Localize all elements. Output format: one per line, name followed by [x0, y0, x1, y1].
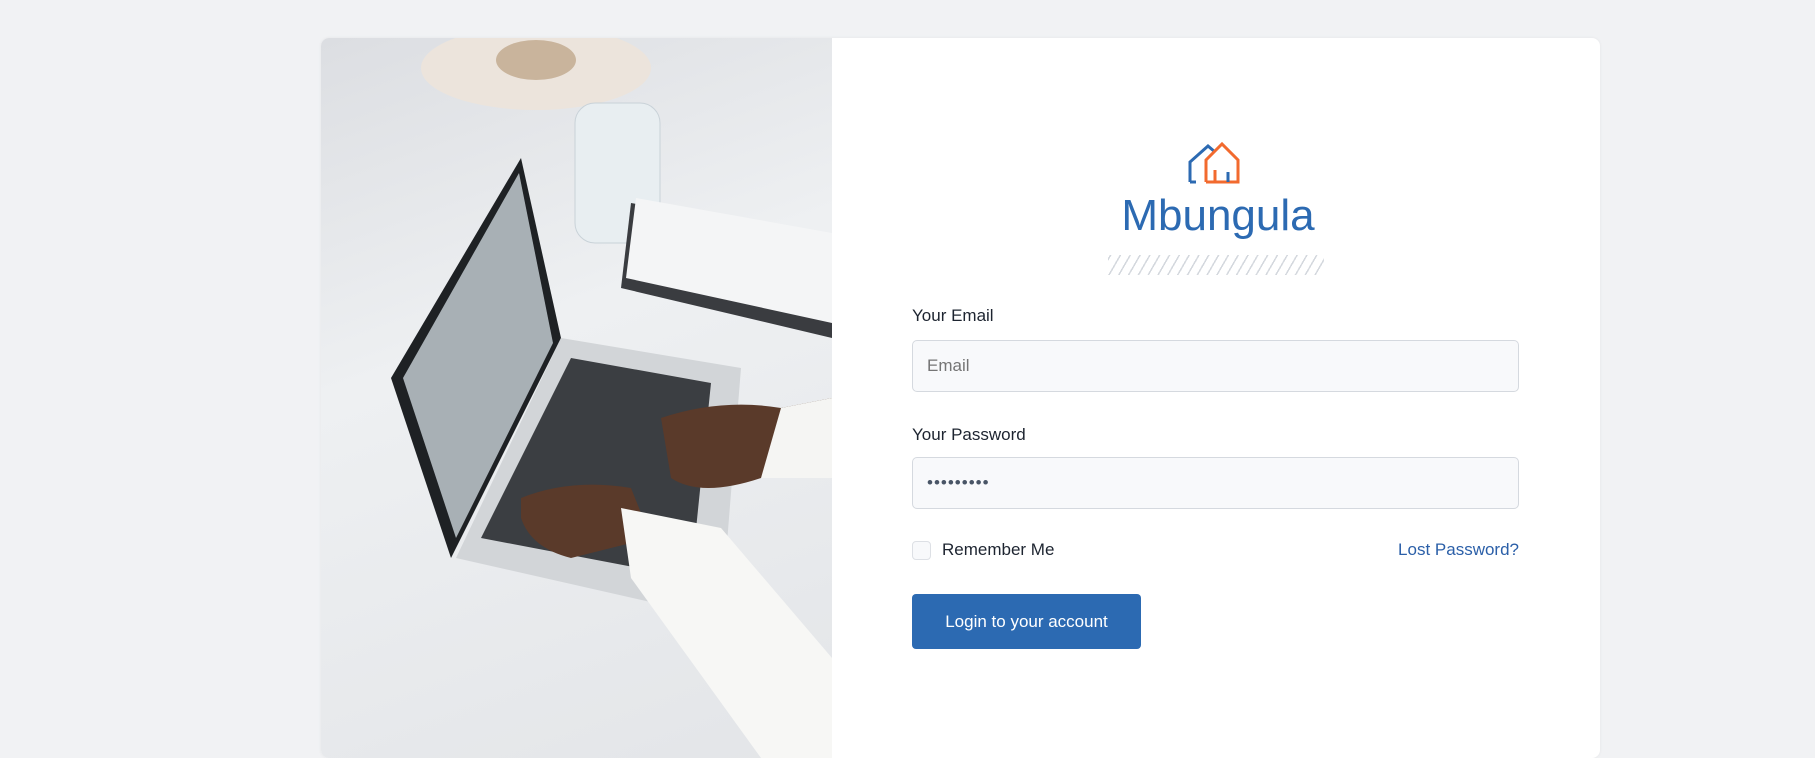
remember-me-checkbox[interactable] — [912, 541, 931, 560]
password-input[interactable] — [912, 457, 1519, 509]
logo-wordmark: Mbungula — [1121, 191, 1315, 240]
password-label: Your Password — [912, 425, 1026, 444]
login-button[interactable]: Login to your account — [912, 594, 1141, 649]
remember-me-label[interactable]: Remember Me — [942, 540, 1054, 560]
lost-password-link[interactable]: Lost Password? — [1398, 540, 1519, 560]
login-card: Mbungula Your Email Your Password Rememb… — [321, 38, 1600, 758]
email-label: Your Email — [912, 306, 994, 325]
email-input[interactable] — [912, 340, 1519, 392]
decorative-divider — [1108, 255, 1324, 275]
mbungula-logo: Mbungula — [1118, 140, 1318, 240]
hero-photo-laptop-typing — [321, 38, 832, 758]
